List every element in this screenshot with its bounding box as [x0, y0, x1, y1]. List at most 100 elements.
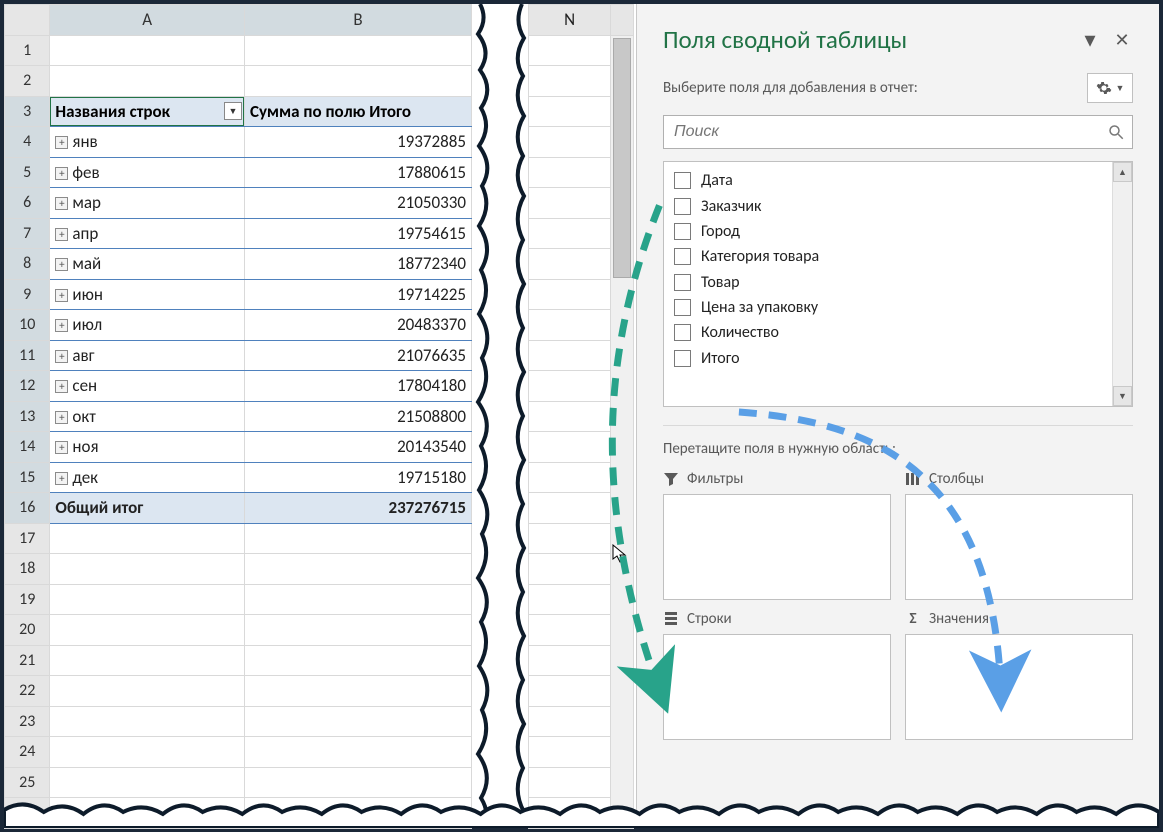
row-header[interactable]: 23 [5, 706, 50, 737]
cell[interactable] [244, 798, 471, 829]
expand-button[interactable]: + [55, 258, 68, 271]
cell[interactable] [529, 462, 611, 493]
checkbox[interactable] [674, 223, 691, 240]
cell[interactable] [50, 767, 245, 798]
drop-zone-rows[interactable]: Строки [663, 610, 891, 740]
pivot-row-label[interactable]: +дек [50, 462, 245, 493]
cell[interactable] [529, 35, 611, 66]
cell[interactable] [50, 676, 245, 707]
drop-zone-filters[interactable]: Фильтры [663, 470, 891, 600]
field-item[interactable]: Заказчик [668, 193, 1108, 218]
vertical-scrollbar[interactable] [611, 35, 634, 828]
row-header[interactable]: 19 [5, 584, 50, 615]
pivot-value-cell[interactable]: 21050330 [244, 188, 471, 219]
field-item[interactable]: Город [668, 219, 1108, 244]
pivot-row-label[interactable]: +окт [50, 401, 245, 432]
row-header[interactable]: 17 [5, 523, 50, 554]
row-header[interactable]: 3 [5, 96, 50, 127]
cell[interactable] [244, 584, 471, 615]
scroll-up-button[interactable]: ▲ [1113, 162, 1132, 182]
pivot-value-cell[interactable]: 21076635 [244, 340, 471, 371]
row-header[interactable]: 4 [5, 127, 50, 158]
cell[interactable] [529, 523, 611, 554]
pivot-row-label[interactable]: +авг [50, 340, 245, 371]
expand-button[interactable]: + [55, 441, 68, 454]
field-item[interactable]: Цена за упаковку [668, 295, 1108, 320]
field-item[interactable]: Итого [668, 346, 1108, 371]
pivot-value-cell[interactable]: 19714225 [244, 279, 471, 310]
expand-button[interactable]: + [55, 411, 68, 424]
expand-button[interactable]: + [55, 228, 68, 241]
drop-zone-values[interactable]: Σ Значения [905, 610, 1133, 740]
pivot-row-label[interactable]: +апр [50, 218, 245, 249]
grid-column-n[interactable]: N [528, 4, 634, 828]
cell[interactable] [244, 554, 471, 585]
expand-button[interactable]: + [55, 380, 68, 393]
cell[interactable] [529, 798, 611, 829]
pane-options-button[interactable]: ▾ [1079, 29, 1101, 51]
checkbox[interactable] [674, 274, 691, 291]
pivot-value-cell[interactable]: 18772340 [244, 249, 471, 280]
pivot-row-label[interactable]: +мар [50, 188, 245, 219]
cell[interactable] [529, 584, 611, 615]
spreadsheet-grid[interactable]: A B 123Названия строк▼Сумма по полю Итог… [4, 4, 472, 828]
expand-button[interactable]: + [55, 350, 68, 363]
cell[interactable] [50, 645, 245, 676]
row-header[interactable]: 7 [5, 218, 50, 249]
cell[interactable] [50, 706, 245, 737]
pivot-grand-total-label[interactable]: Общий итог [50, 493, 245, 524]
column-header-b[interactable]: B [244, 5, 471, 36]
cell[interactable] [244, 35, 471, 66]
cell[interactable] [529, 188, 611, 219]
cell[interactable] [529, 615, 611, 646]
checkbox[interactable] [674, 172, 691, 189]
cell[interactable] [529, 127, 611, 158]
cell[interactable] [529, 279, 611, 310]
row-header[interactable]: 26 [5, 798, 50, 829]
checkbox[interactable] [674, 299, 691, 316]
cell[interactable] [50, 66, 245, 97]
field-item[interactable]: Дата [668, 168, 1108, 193]
pivot-value-cell[interactable]: 17880615 [244, 157, 471, 188]
checkbox[interactable] [674, 350, 691, 367]
expand-button[interactable]: + [55, 167, 68, 180]
pivot-values-header[interactable]: Сумма по полю Итого [244, 96, 471, 127]
row-header[interactable]: 11 [5, 340, 50, 371]
row-header[interactable]: 25 [5, 767, 50, 798]
cell[interactable] [529, 493, 611, 524]
pivot-value-cell[interactable]: 19372885 [244, 127, 471, 158]
row-header[interactable]: 1 [5, 35, 50, 66]
expand-button[interactable]: + [55, 472, 68, 485]
checkbox[interactable] [674, 198, 691, 215]
expand-button[interactable]: + [55, 289, 68, 302]
field-list[interactable]: ДатаЗаказчикГородКатегория товараТоварЦе… [664, 162, 1112, 406]
pivot-value-cell[interactable]: 19715180 [244, 462, 471, 493]
cell[interactable] [529, 554, 611, 585]
cell[interactable] [244, 706, 471, 737]
pivot-row-label[interactable]: +июл [50, 310, 245, 341]
row-header[interactable]: 8 [5, 249, 50, 280]
pivot-row-label[interactable]: +фев [50, 157, 245, 188]
cell[interactable] [529, 218, 611, 249]
search-input[interactable] [663, 115, 1133, 149]
row-header[interactable]: 21 [5, 645, 50, 676]
pivot-row-label[interactable]: +июн [50, 279, 245, 310]
cell[interactable] [529, 401, 611, 432]
cell[interactable] [244, 523, 471, 554]
pivot-grand-total-value[interactable]: 237276715 [244, 493, 471, 524]
row-header[interactable]: 20 [5, 615, 50, 646]
row-header[interactable]: 6 [5, 188, 50, 219]
field-item[interactable]: Категория товара [668, 244, 1108, 269]
row-header[interactable]: 9 [5, 279, 50, 310]
cell[interactable] [50, 737, 245, 768]
pivot-row-label[interactable]: +май [50, 249, 245, 280]
row-header[interactable]: 14 [5, 432, 50, 463]
cell[interactable] [529, 645, 611, 676]
cell[interactable] [529, 157, 611, 188]
column-header-n[interactable]: N [529, 5, 611, 36]
cell[interactable] [50, 615, 245, 646]
row-header[interactable]: 15 [5, 462, 50, 493]
column-header-a[interactable]: A [50, 5, 245, 36]
layout-options-button[interactable]: ▼ [1087, 73, 1133, 103]
field-item[interactable]: Товар [668, 270, 1108, 295]
